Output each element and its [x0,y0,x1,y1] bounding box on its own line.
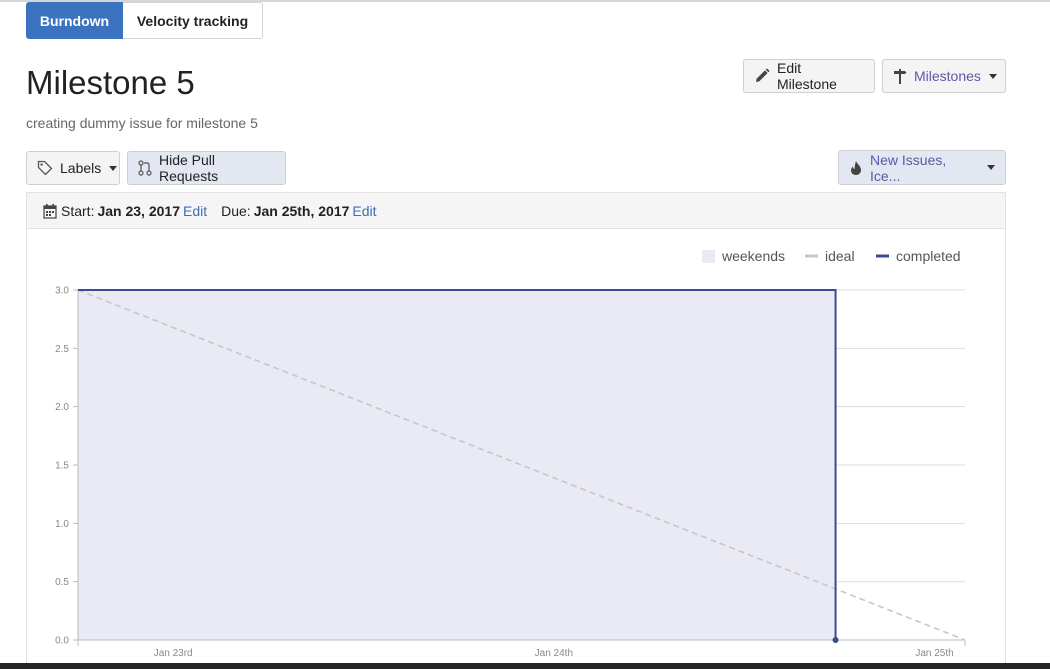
edit-start-date-link[interactable]: Edit [183,203,207,219]
issue-filter-dropdown[interactable]: New Issues, Ice... [838,150,1006,185]
burndown-panel: Start: Jan 23, 2017 Edit Due: Jan 25th, … [26,192,1006,669]
hide-pull-requests-label: Hide Pull Requests [159,152,219,184]
due-date-value: Jan 25th, 2017 [253,202,350,219]
hide-pull-requests-button[interactable]: Hide Pull Requests [127,151,286,185]
labels-dropdown[interactable]: Labels [26,151,120,185]
chevron-down-icon [987,165,995,170]
pencil-icon [754,68,770,84]
milestones-dropdown[interactable]: Milestones [882,59,1006,93]
signpost-icon [893,68,907,84]
tag-icon [37,160,53,176]
tab-velocity-tracking[interactable]: Velocity tracking [123,2,263,39]
issue-filter-label: New Issues, Ice... [870,151,947,184]
start-date-value: Jan 23, 2017 [97,202,180,219]
view-tabs: Burndown Velocity tracking [26,2,263,39]
milestone-dates-bar: Start: Jan 23, 2017 Edit Due: Jan 25th, … [27,193,1005,229]
due-date-label: Due: [221,202,251,219]
calendar-icon [43,203,57,219]
page-title: Milestone 5 [26,64,195,101]
milestones-label: Milestones [914,68,981,84]
edit-due-date-link[interactable]: Edit [352,203,376,219]
milestone-description: creating dummy issue for milestone 5 [26,115,258,131]
chevron-down-icon [109,165,118,171]
edit-milestone-button[interactable]: Edit Milestone [743,59,875,93]
bottom-edge [0,663,1050,669]
edit-milestone-label: Edit Milestone [777,60,837,92]
flame-icon [849,160,863,176]
chevron-down-icon [988,73,997,79]
tab-burndown[interactable]: Burndown [26,2,123,39]
start-date-label: Start: [61,202,95,219]
labels-label: Labels [60,160,102,176]
pull-request-icon [138,160,152,176]
